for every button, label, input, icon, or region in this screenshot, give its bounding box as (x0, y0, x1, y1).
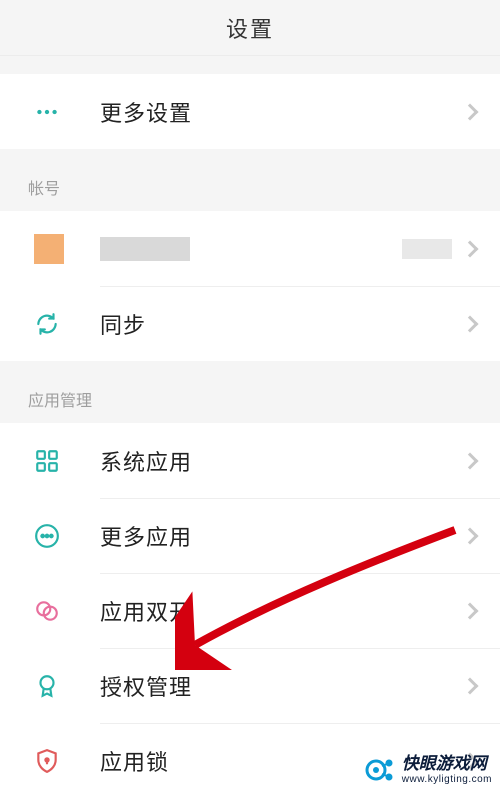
section-header-account: 帐号 (0, 159, 500, 211)
watermark-url: www.kyligting.com (402, 774, 492, 785)
watermark: 快眼游戏网 www.kyligting.com (364, 754, 492, 786)
profile-name-blurred (100, 237, 402, 261)
item-sync[interactable]: 同步 (0, 286, 500, 361)
avatar (34, 234, 100, 264)
item-system-apps[interactable]: 系统应用 (0, 423, 500, 498)
item-more-apps[interactable]: 更多应用 (0, 498, 500, 573)
item-label: 更多设置 (100, 96, 464, 128)
list-general: 更多设置 (0, 74, 500, 149)
chevron-right-icon (462, 602, 479, 619)
item-label: 更多应用 (100, 520, 464, 552)
item-more-settings[interactable]: 更多设置 (0, 74, 500, 149)
list-account: 同步 (0, 211, 500, 361)
chevron-right-icon (462, 677, 479, 694)
chevron-right-icon (462, 103, 479, 120)
more-circle-icon (34, 523, 100, 549)
item-label: 应用双开 (100, 595, 464, 627)
chevron-right-icon (462, 240, 479, 257)
spacer (0, 361, 500, 371)
section-header-apps: 应用管理 (0, 371, 500, 423)
more-icon (34, 99, 100, 125)
chevron-right-icon (462, 315, 479, 332)
item-dual-apps[interactable]: 应用双开 (0, 573, 500, 648)
item-permissions[interactable]: 授权管理 (0, 648, 500, 723)
grid-icon (34, 448, 100, 474)
badge-icon (34, 673, 100, 699)
spacer (0, 149, 500, 159)
item-label: 系统应用 (100, 445, 464, 477)
spacer (0, 56, 500, 74)
watermark-title: 快眼游戏网 (402, 755, 492, 774)
item-profile[interactable] (0, 211, 500, 286)
sync-icon (34, 311, 100, 337)
item-label: 授权管理 (100, 670, 464, 702)
chevron-right-icon (462, 527, 479, 544)
list-apps: 系统应用 更多应用 应用双开 授权管理 (0, 423, 500, 794)
watermark-icon (364, 754, 396, 786)
chevron-right-icon (462, 452, 479, 469)
profile-right-blurred (402, 239, 452, 259)
shield-lock-icon (34, 748, 100, 774)
header-bar: 设置 (0, 0, 500, 56)
item-label: 同步 (100, 308, 464, 340)
dual-circle-icon (34, 598, 100, 624)
page-title: 设置 (226, 12, 274, 44)
